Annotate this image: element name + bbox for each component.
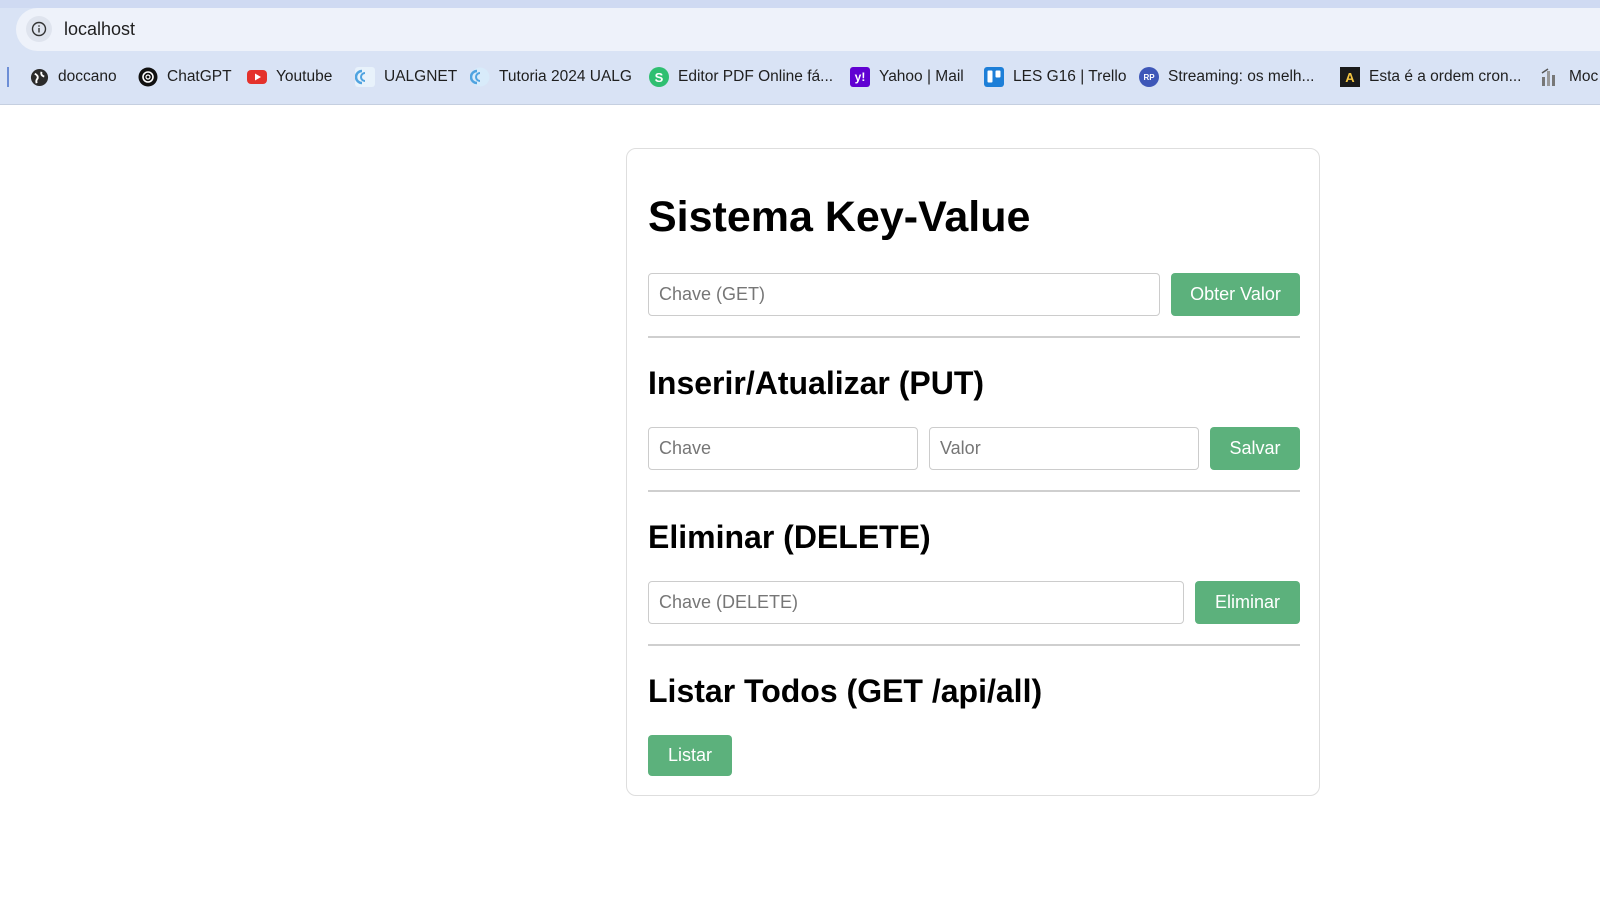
bookmarks-bar: doccano ChatGPT Youtube UALGNET Tutoria …	[0, 58, 1600, 96]
chatgpt-icon	[138, 67, 158, 87]
browser-chrome: localhost doccano ChatGPT Youtube UALGNE…	[0, 0, 1600, 105]
delete-heading: Eliminar (DELETE)	[648, 519, 931, 555]
bookmarks-bar-edge	[7, 67, 9, 87]
bookmark-label: Streaming: os melh...	[1168, 68, 1315, 85]
globe-icon	[29, 67, 49, 87]
rp-icon: RP	[1139, 67, 1159, 87]
a-icon: A	[1340, 67, 1360, 87]
yahoo-icon: y!	[850, 67, 870, 87]
bookmark-tutoria[interactable]: Tutoria 2024 UALG	[470, 58, 632, 96]
page-title: Sistema Key-Value	[648, 193, 1031, 241]
bookmark-label: doccano	[58, 68, 117, 85]
get-key-input[interactable]	[648, 273, 1160, 316]
bookmark-streaming[interactable]: RP Streaming: os melh...	[1139, 58, 1314, 96]
pdf-editor-icon: S	[649, 67, 669, 87]
list-all-button[interactable]: Listar	[648, 735, 732, 776]
divider	[648, 336, 1300, 338]
ualg-icon	[470, 67, 490, 87]
bookmark-label: Yahoo | Mail	[879, 68, 964, 85]
trello-icon	[984, 67, 1004, 87]
bookmark-label: Youtube	[276, 68, 333, 85]
bookmark-yahoo-mail[interactable]: y! Yahoo | Mail	[850, 58, 964, 96]
bookmark-label: Moc	[1569, 68, 1599, 85]
youtube-icon	[247, 67, 267, 87]
bookmark-label: Tutoria 2024 UALG	[499, 68, 632, 85]
divider	[648, 490, 1300, 492]
list-heading: Listar Todos (GET /api/all)	[648, 673, 1043, 709]
bookmark-label: Editor PDF Online fá...	[678, 68, 834, 85]
put-heading: Inserir/Atualizar (PUT)	[648, 365, 985, 401]
delete-key-input[interactable]	[648, 581, 1184, 624]
put-key-input[interactable]	[648, 427, 918, 470]
save-button[interactable]: Salvar	[1210, 427, 1300, 470]
bookmark-editor-pdf[interactable]: S Editor PDF Online fá...	[649, 58, 833, 96]
divider	[648, 644, 1300, 646]
bookmark-youtube[interactable]: Youtube	[247, 58, 332, 96]
chart-icon	[1540, 67, 1560, 87]
ualg-icon	[355, 67, 375, 87]
bookmark-label: UALGNET	[384, 68, 458, 85]
bookmark-doccano[interactable]: doccano	[29, 58, 117, 96]
bookmark-label: LES G16 | Trello	[1013, 68, 1127, 85]
bookmark-trello[interactable]: LES G16 | Trello	[984, 58, 1126, 96]
address-bar[interactable]: localhost	[16, 8, 1600, 51]
delete-button[interactable]: Eliminar	[1195, 581, 1300, 624]
bookmark-ualgnet[interactable]: UALGNET	[355, 58, 457, 96]
bookmark-chatgpt[interactable]: ChatGPT	[138, 58, 232, 96]
bookmark-label: ChatGPT	[167, 68, 232, 85]
put-value-input[interactable]	[929, 427, 1199, 470]
bookmark-moc[interactable]: Moc	[1540, 58, 1598, 96]
bookmark-ordem-cron[interactable]: A Esta é a ordem cron...	[1340, 58, 1522, 96]
url-text[interactable]: localhost	[64, 19, 135, 40]
key-value-card: Sistema Key-Value Obter Valor Inserir/At…	[626, 148, 1320, 796]
bookmark-label: Esta é a ordem cron...	[1369, 68, 1522, 85]
site-info-icon[interactable]	[26, 16, 52, 42]
get-value-button[interactable]: Obter Valor	[1171, 273, 1300, 316]
tab-strip	[0, 0, 1600, 8]
